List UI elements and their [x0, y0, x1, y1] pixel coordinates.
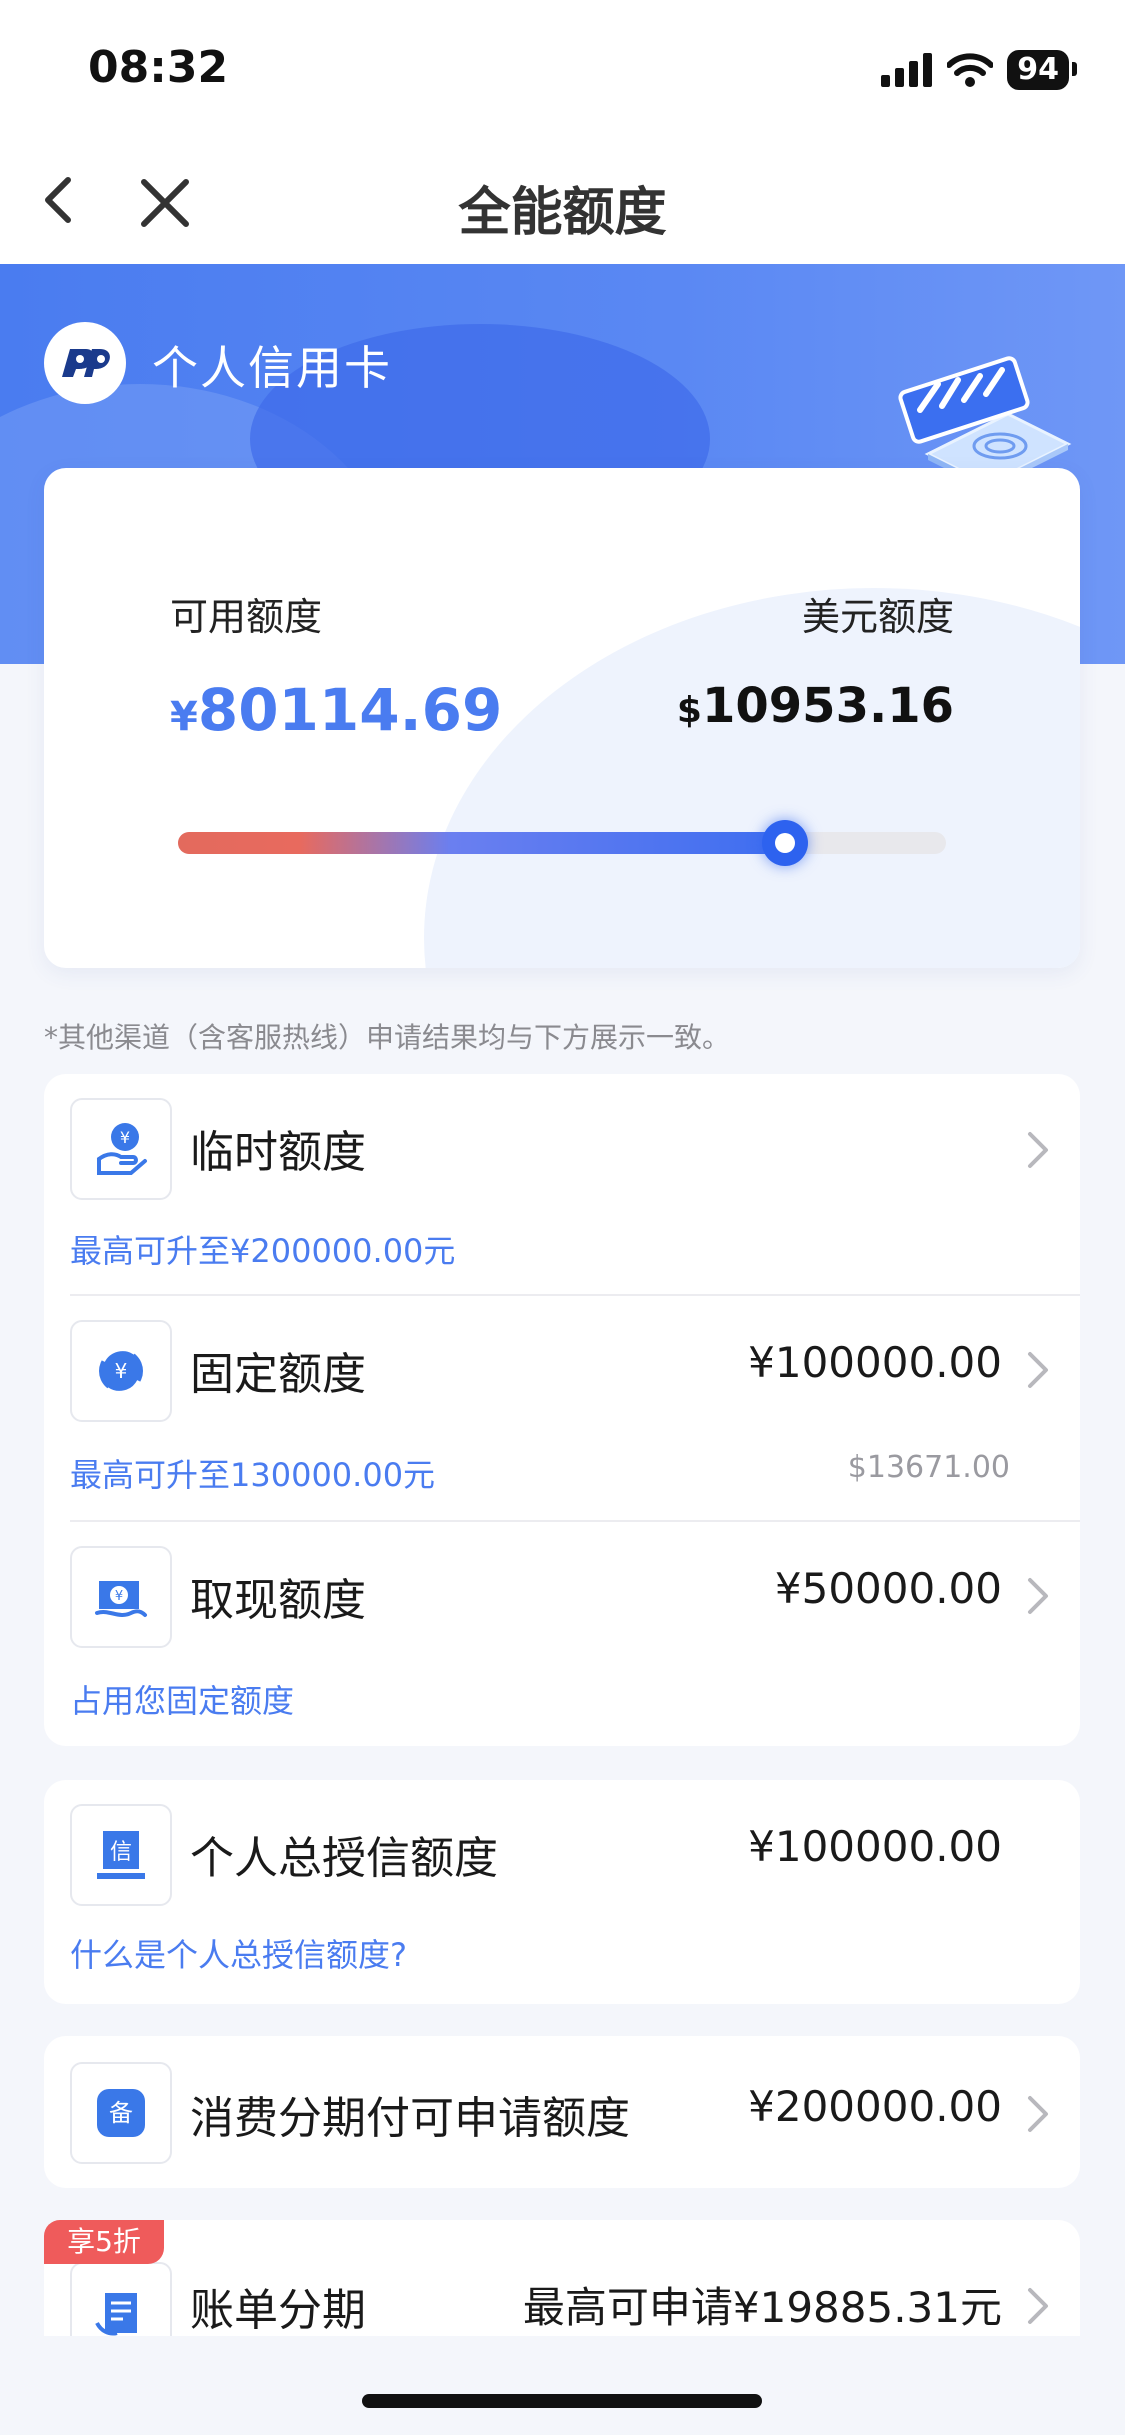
discount-tag: 享5折 — [44, 2220, 164, 2264]
usd-amount: 10953.16 — [701, 678, 954, 734]
row-subtitle: 占用您固定额度 — [70, 1682, 295, 1720]
card-type-label: 个人信用卡 — [152, 341, 392, 395]
installment-icon: 备 — [70, 2062, 172, 2164]
status-bar: 08:32 94 — [0, 0, 1125, 140]
divider — [70, 1294, 1080, 1296]
usd-limit-label: 美元额度 — [801, 595, 954, 639]
row-amount: ¥100000.00 — [748, 1338, 1002, 1387]
chevron-right-icon — [1028, 1578, 1048, 1614]
page-title: 全能额度 — [458, 183, 667, 243]
svg-text:备: 备 — [109, 2099, 133, 2127]
fixed-limit-icon: ¥ — [70, 1320, 172, 1422]
row-subtitle: 最高可升至¥200000.00元 — [70, 1232, 456, 1270]
installment-limit-card[interactable]: 备 消费分期付可申请额度 ¥200000.00 — [44, 2036, 1080, 2188]
row-subtitle: 最高可升至130000.00元 — [70, 1456, 436, 1494]
usd-limit-value: $10953.16 — [677, 678, 954, 734]
row-title: 固定额度 — [190, 1349, 366, 1400]
row-title: 消费分期付可申请额度 — [190, 2093, 630, 2144]
available-limit-label: 可用额度 — [170, 595, 323, 639]
row-title: 临时额度 — [190, 1127, 366, 1178]
credit-doc-icon: 信 — [70, 1804, 172, 1906]
limit-usage-knob — [761, 820, 808, 866]
bank-logo-icon — [44, 322, 126, 404]
battery-indicator: 94 — [1007, 50, 1077, 90]
row-title: 账单分期 — [190, 2285, 366, 2336]
available-amount: 80114.69 — [197, 676, 503, 744]
list-item-cash-limit[interactable]: ¥ 取现额度 ¥50000.00 占用您固定额度 — [44, 1522, 1080, 1746]
row-amount: ¥100000.00 — [748, 1822, 1002, 1871]
cellular-signal-icon — [881, 53, 933, 87]
row-amount: ¥200000.00 — [748, 2082, 1002, 2131]
card-decoration — [424, 588, 1080, 968]
cash-limit-icon: ¥ — [70, 1546, 172, 1648]
chevron-right-icon — [1028, 2096, 1048, 2132]
chevron-right-icon — [1028, 2288, 1048, 2324]
status-icons: 94 — [881, 50, 1077, 90]
limit-summary-card: 可用额度 美元额度 ¥80114.69 $10953.16 — [44, 468, 1080, 968]
currency-symbol: ¥ — [170, 694, 198, 740]
total-credit-card[interactable]: 信 个人总授信额度 ¥100000.00 什么是个人总授信额度? — [44, 1780, 1080, 2004]
row-amount: ¥50000.00 — [774, 1564, 1002, 1613]
svg-text:信: 信 — [110, 1840, 132, 1865]
row-usd-amount: $13671.00 — [847, 1450, 1010, 1485]
row-title: 个人总授信额度 — [190, 1833, 498, 1884]
svg-text:¥: ¥ — [115, 1359, 128, 1383]
status-time: 08:32 — [88, 42, 229, 93]
svg-text:¥: ¥ — [120, 1128, 130, 1147]
limit-usage-bar — [178, 820, 946, 866]
row-title: 取现额度 — [190, 1575, 366, 1626]
svg-text:¥: ¥ — [115, 1589, 123, 1604]
list-item-temp-limit[interactable]: ¥ 临时额度 最高可升至¥200000.00元 — [44, 1074, 1080, 1298]
list-item-fixed-limit[interactable]: ¥ 固定额度 ¥100000.00 最高可升至130000.00元 $13671… — [44, 1298, 1080, 1522]
limit-list-card: ¥ 临时额度 最高可升至¥200000.00元 ¥ 固定额度 ¥100000.0… — [44, 1074, 1080, 1746]
chevron-right-icon — [1028, 1132, 1048, 1168]
currency-symbol: $ — [676, 690, 702, 731]
total-credit-help-link[interactable]: 什么是个人总授信额度? — [70, 1930, 407, 1976]
row-amount: 最高可申请¥19885.31元 — [522, 2283, 1002, 2332]
limit-usage-fill — [178, 832, 785, 854]
chevron-right-icon — [1028, 1352, 1048, 1388]
home-indicator — [362, 2394, 762, 2408]
bottom-safe-area — [0, 2336, 1125, 2435]
available-limit-value: ¥80114.69 — [170, 676, 502, 744]
temp-limit-icon: ¥ — [70, 1098, 172, 1200]
wifi-icon — [947, 53, 994, 87]
channel-note: *其他渠道（含客服热线）申请结果均与下方展示一致。 — [44, 1021, 731, 1054]
nav-bar: 全能额度 — [0, 140, 1125, 264]
